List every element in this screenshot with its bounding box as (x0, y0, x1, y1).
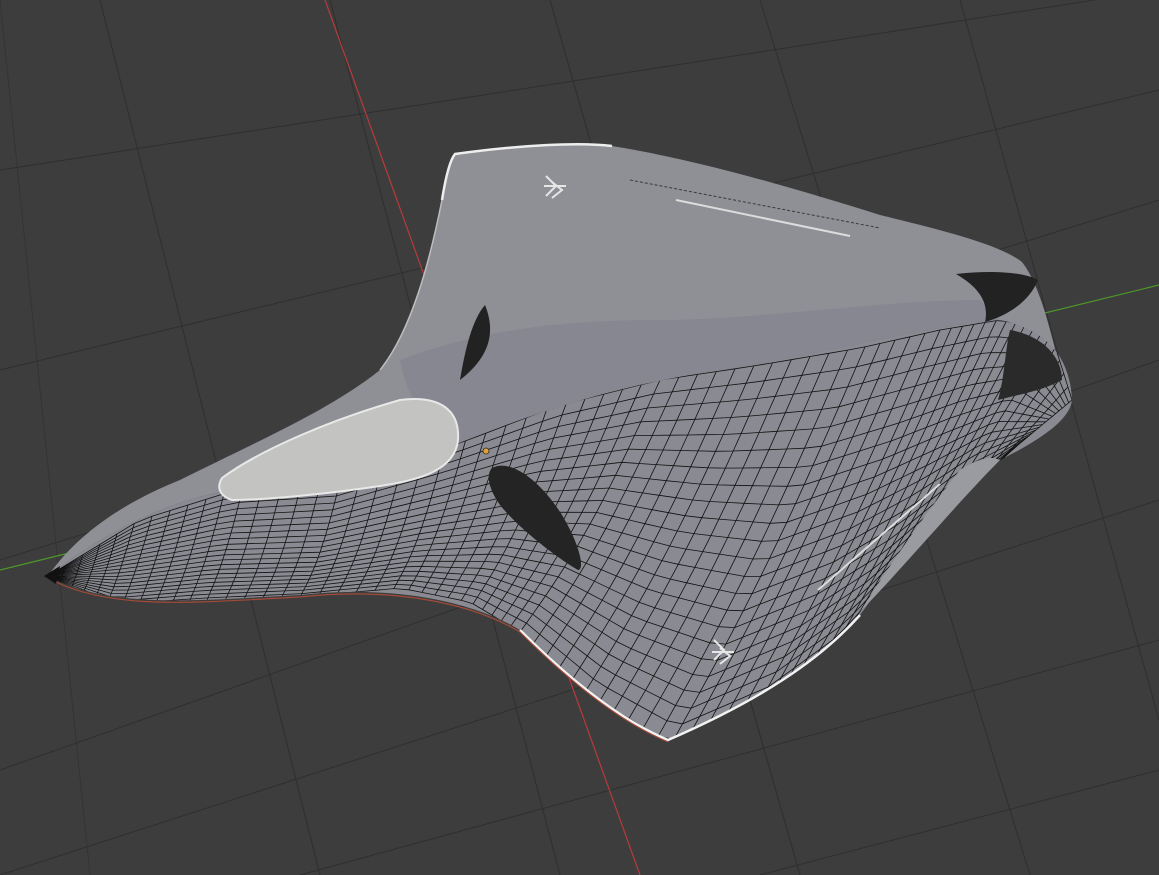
nose-tip (44, 566, 60, 584)
viewport-canvas[interactable] (0, 0, 1159, 875)
3d-viewport[interactable] (0, 0, 1159, 875)
object-origin-dot[interactable] (482, 447, 490, 455)
